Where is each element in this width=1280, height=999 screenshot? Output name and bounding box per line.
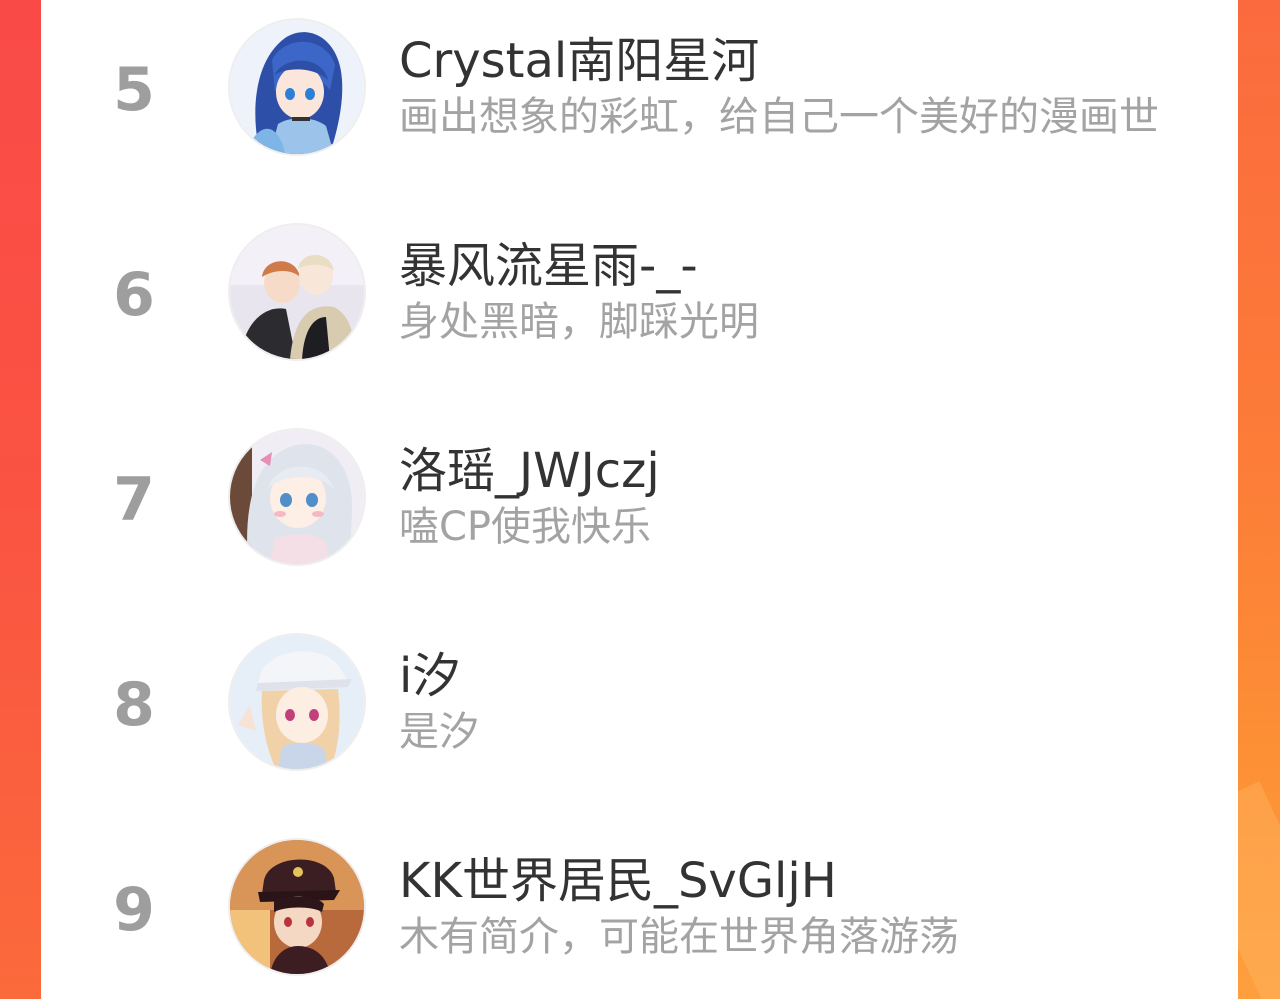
rank-number: 6	[113, 260, 155, 330]
user-bio: 是汐	[399, 709, 479, 755]
rank-number: 5	[113, 55, 155, 125]
rank-number: 9	[113, 875, 155, 945]
user-name[interactable]: i汐	[399, 647, 460, 705]
user-avatar[interactable]	[230, 635, 364, 769]
anime-girl-white-cap-avatar	[230, 635, 364, 769]
ranking-list-item[interactable]: 8 i汐 是汐	[41, 635, 1238, 775]
user-name[interactable]: 洛瑶_JWJczj	[399, 442, 660, 500]
user-name[interactable]: KK世界居民_SvGljH	[399, 852, 837, 910]
user-avatar[interactable]	[230, 20, 364, 154]
user-bio: 身处黑暗，脚踩光明	[399, 299, 759, 345]
ranking-list-item[interactable]: 7 洛瑶_JWJczj 嗑CP使我快乐	[41, 430, 1238, 570]
user-name[interactable]: 暴风流星雨-_-	[399, 237, 698, 295]
ranking-list-item[interactable]: 5 Crystal南阳星河 画出想象的彩虹，给自己一个美好的漫画世	[41, 20, 1238, 160]
anime-girl-silver-hair-avatar	[230, 430, 364, 564]
rank-number: 8	[113, 670, 155, 740]
background-right-edge	[1238, 0, 1280, 999]
user-bio: 木有简介，可能在世界角落游荡	[399, 914, 959, 960]
user-avatar[interactable]	[230, 430, 364, 564]
user-name[interactable]: Crystal南阳星河	[399, 32, 759, 90]
anime-couple-avatar	[230, 225, 364, 359]
background-left-edge	[0, 0, 41, 999]
rank-number: 7	[113, 465, 155, 535]
user-bio: 嗑CP使我快乐	[399, 504, 652, 550]
background-glow	[1238, 781, 1280, 999]
user-bio: 画出想象的彩虹，给自己一个美好的漫画世	[399, 94, 1159, 140]
anime-boy-school-cap-avatar	[230, 840, 364, 974]
ranking-list-card: 5 Crystal南阳星河 画出想象的彩虹，给自己一个美好的漫画世 6 暴风流星…	[41, 0, 1238, 999]
user-avatar[interactable]	[230, 840, 364, 974]
ranking-list-item[interactable]: 9 KK世界居民_SvGljH 木有简介，可能在世界角落游荡	[41, 840, 1238, 980]
user-avatar[interactable]	[230, 225, 364, 359]
ranking-list-item[interactable]: 6 暴风流星雨-_- 身处黑暗，脚踩光明	[41, 225, 1238, 365]
anime-girl-blue-hair-avatar	[230, 20, 364, 154]
